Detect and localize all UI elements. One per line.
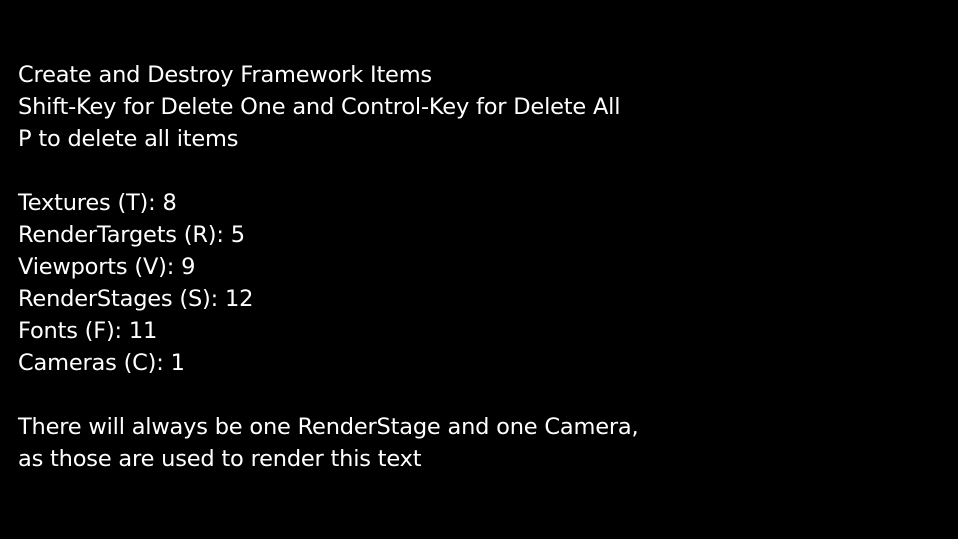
- textures-count: Textures (T): 8: [18, 190, 177, 216]
- delete-keys-instruction: Shift-Key for Delete One and Control-Key…: [18, 94, 621, 120]
- note-line-1: There will always be one RenderStage and…: [18, 414, 639, 440]
- fonts-count: Fonts (F): 11: [18, 318, 158, 344]
- render-targets-count: RenderTargets (R): 5: [18, 222, 245, 248]
- title-line: Create and Destroy Framework Items: [18, 62, 432, 88]
- info-text-block: Create and Destroy Framework Items Shift…: [18, 59, 639, 475]
- delete-all-instruction: P to delete all items: [18, 126, 239, 152]
- note-line-2: as those are used to render this text: [18, 446, 422, 472]
- viewports-count: Viewports (V): 9: [18, 254, 196, 280]
- render-stages-count: RenderStages (S): 12: [18, 286, 254, 312]
- cameras-count: Cameras (C): 1: [18, 350, 185, 376]
